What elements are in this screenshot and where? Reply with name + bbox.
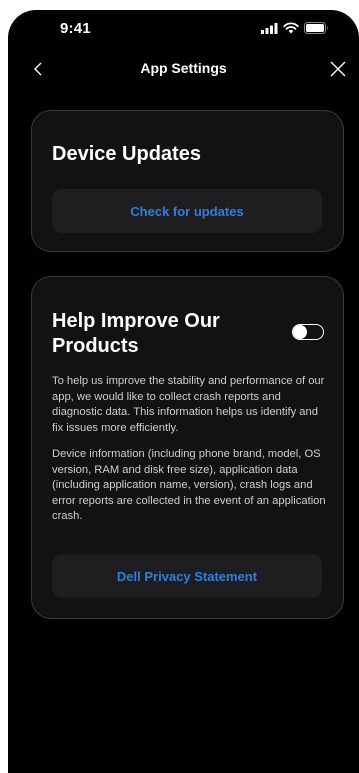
- status-time: 9:41: [60, 20, 91, 37]
- status-bar: 9:41: [8, 10, 359, 46]
- check-for-updates-button[interactable]: Check for updates: [52, 189, 322, 233]
- data-collection-description: To help us improve the stability and per…: [52, 375, 325, 434]
- battery-icon: [304, 22, 328, 34]
- help-improve-title: Help Improve Our Products: [52, 310, 220, 357]
- privacy-statement-button[interactable]: Dell Privacy Statement: [52, 554, 322, 598]
- device-updates-title: Device Updates: [52, 143, 201, 165]
- nav-bar: App Settings: [8, 56, 359, 82]
- collected-data-description: Device information (including phone bran…: [52, 448, 326, 522]
- help-improve-card: Help Improve Our Products To help us imp…: [31, 276, 344, 619]
- toggle-knob: [293, 324, 307, 339]
- cellular-signal-icon: [261, 22, 278, 34]
- app-screen: 9:41 App Settings Device Updates Check f…: [8, 10, 359, 773]
- wifi-icon: [283, 22, 299, 34]
- close-icon[interactable]: [329, 60, 347, 78]
- status-icons: [261, 22, 329, 34]
- device-updates-card: Device Updates Check for updates: [31, 110, 344, 252]
- page-title: App Settings: [140, 60, 227, 76]
- crash-report-toggle[interactable]: [292, 324, 324, 340]
